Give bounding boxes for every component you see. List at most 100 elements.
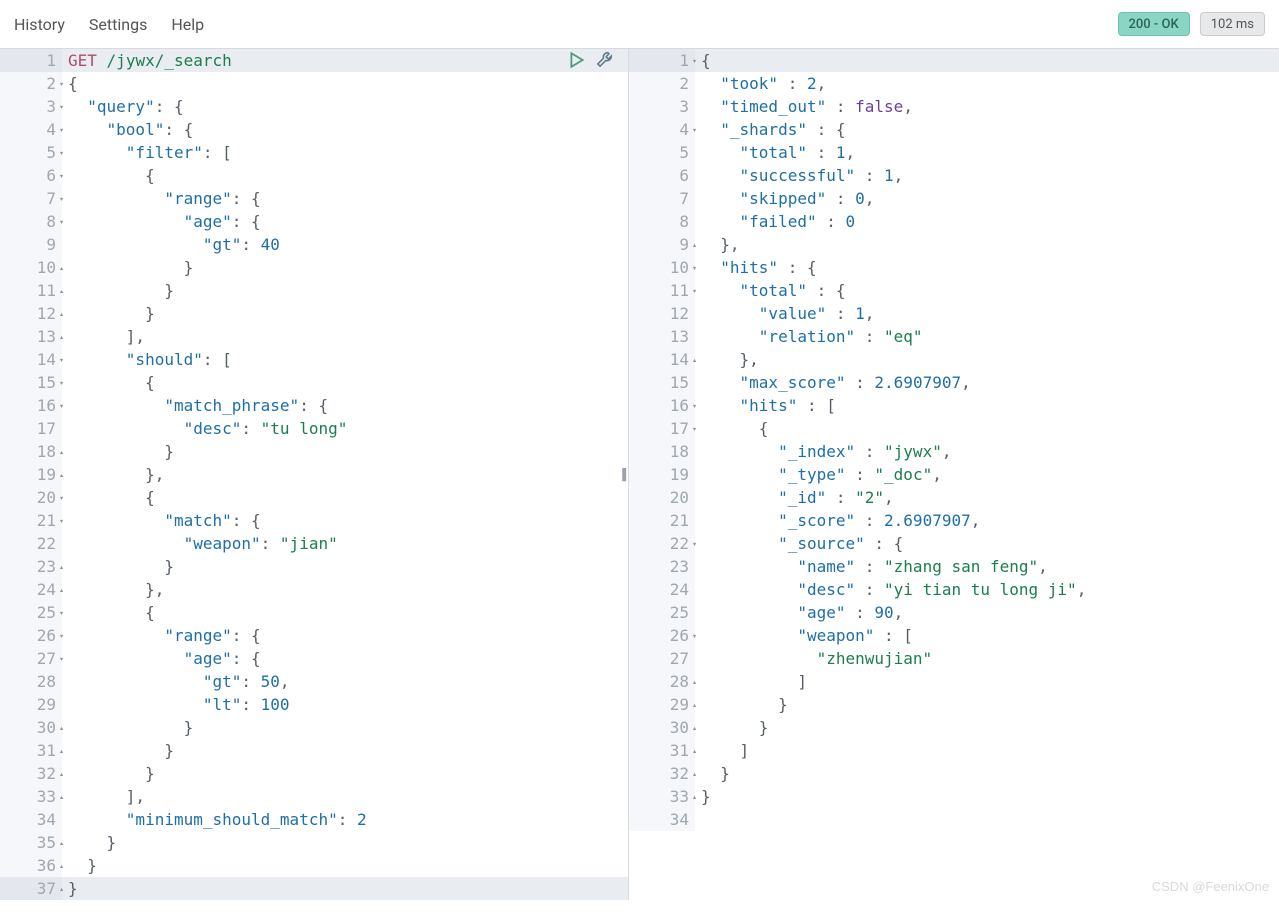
- code-content[interactable]: "desc": "tu long": [62, 417, 628, 440]
- fold-toggle-icon[interactable]: ▾: [59, 394, 64, 417]
- code-content[interactable]: },: [695, 233, 1279, 256]
- code-line[interactable]: 18 "_index" : "jywx",: [629, 440, 1279, 463]
- code-line[interactable]: 24▴ },: [0, 578, 628, 601]
- code-line[interactable]: 19▴ },: [0, 463, 628, 486]
- code-content[interactable]: }: [695, 693, 1279, 716]
- fold-toggle-icon[interactable]: ▴: [692, 785, 697, 808]
- code-content[interactable]: "minimum_should_match": 2: [62, 808, 628, 831]
- code-content[interactable]: ]: [695, 739, 1279, 762]
- code-line[interactable]: 6 "successful" : 1,: [629, 164, 1279, 187]
- menu-help[interactable]: Help: [171, 15, 204, 34]
- code-content[interactable]: {: [62, 164, 628, 187]
- code-line[interactable]: 23 "name" : "zhang san feng",: [629, 555, 1279, 578]
- fold-toggle-icon[interactable]: ▴: [692, 693, 697, 716]
- code-content[interactable]: "age" : 90,: [695, 601, 1279, 624]
- menu-history[interactable]: History: [14, 15, 65, 34]
- code-content[interactable]: }: [62, 877, 628, 900]
- code-line[interactable]: 9 "gt": 40: [0, 233, 628, 256]
- code-line[interactable]: 24 "desc" : "yi tian tu long ji",: [629, 578, 1279, 601]
- code-content[interactable]: "failed" : 0: [695, 210, 1279, 233]
- fold-toggle-icon[interactable]: ▴: [59, 831, 64, 854]
- fold-toggle-icon[interactable]: ▾: [59, 118, 64, 141]
- code-content[interactable]: },: [62, 463, 628, 486]
- code-content[interactable]: }: [62, 302, 628, 325]
- code-line[interactable]: 33▴}: [629, 785, 1279, 808]
- code-content[interactable]: }: [62, 555, 628, 578]
- code-content[interactable]: {: [62, 371, 628, 394]
- code-content[interactable]: GET /jywx/_search: [62, 49, 628, 72]
- code-line[interactable]: 12 "value" : 1,: [629, 302, 1279, 325]
- code-line[interactable]: 34: [629, 808, 1279, 831]
- fold-toggle-icon[interactable]: ▴: [59, 440, 64, 463]
- code-line[interactable]: 14▾ "should": [: [0, 348, 628, 371]
- code-line[interactable]: 28▴ ]: [629, 670, 1279, 693]
- code-line[interactable]: 16▾ "hits" : [: [629, 394, 1279, 417]
- fold-toggle-icon[interactable]: ▴: [59, 578, 64, 601]
- code-content[interactable]: },: [62, 578, 628, 601]
- code-content[interactable]: ],: [62, 325, 628, 348]
- fold-toggle-icon[interactable]: ▾: [59, 509, 64, 532]
- menu-settings[interactable]: Settings: [89, 15, 147, 34]
- code-line[interactable]: 32▴ }: [0, 762, 628, 785]
- code-line[interactable]: 11▾ "total" : {: [629, 279, 1279, 302]
- code-line[interactable]: 2 "took" : 2,: [629, 72, 1279, 95]
- code-content[interactable]: {: [62, 601, 628, 624]
- code-content[interactable]: "lt": 100: [62, 693, 628, 716]
- code-content[interactable]: "_source" : {: [695, 532, 1279, 555]
- code-content[interactable]: "total" : {: [695, 279, 1279, 302]
- code-content[interactable]: }: [62, 831, 628, 854]
- code-content[interactable]: "bool": {: [62, 118, 628, 141]
- fold-toggle-icon[interactable]: ▾: [59, 95, 64, 118]
- fold-toggle-icon[interactable]: ▾: [692, 417, 697, 440]
- code-content[interactable]: "match": {: [62, 509, 628, 532]
- fold-toggle-icon[interactable]: ▴: [692, 348, 697, 371]
- code-line[interactable]: 5 "total" : 1,: [629, 141, 1279, 164]
- code-line[interactable]: 4▾ "_shards" : {: [629, 118, 1279, 141]
- code-content[interactable]: "gt": 50,: [62, 670, 628, 693]
- code-content[interactable]: }: [62, 279, 628, 302]
- fold-toggle-icon[interactable]: ▴: [59, 739, 64, 762]
- code-line[interactable]: 16▾ "match_phrase": {: [0, 394, 628, 417]
- code-content[interactable]: "range": {: [62, 187, 628, 210]
- code-line[interactable]: 8 "failed" : 0: [629, 210, 1279, 233]
- code-line[interactable]: 36▴ }: [0, 854, 628, 877]
- code-line[interactable]: 26▾ "weapon" : [: [629, 624, 1279, 647]
- code-content[interactable]: [695, 808, 1279, 831]
- fold-toggle-icon[interactable]: ▾: [59, 624, 64, 647]
- code-content[interactable]: "hits" : {: [695, 256, 1279, 279]
- code-line[interactable]: 9▴ },: [629, 233, 1279, 256]
- code-line[interactable]: 1▾{: [629, 49, 1279, 72]
- code-line[interactable]: 27▾ "age": {: [0, 647, 628, 670]
- fold-toggle-icon[interactable]: ▾: [59, 72, 64, 95]
- code-content[interactable]: "weapon" : [: [695, 624, 1279, 647]
- code-content[interactable]: "total" : 1,: [695, 141, 1279, 164]
- fold-toggle-icon[interactable]: ▴: [59, 256, 64, 279]
- code-line[interactable]: 7 "skipped" : 0,: [629, 187, 1279, 210]
- code-content[interactable]: "_index" : "jywx",: [695, 440, 1279, 463]
- code-content[interactable]: "hits" : [: [695, 394, 1279, 417]
- code-content[interactable]: "filter": [: [62, 141, 628, 164]
- run-icon[interactable]: [568, 51, 586, 69]
- fold-toggle-icon[interactable]: ▾: [692, 279, 697, 302]
- code-line[interactable]: 12▴ }: [0, 302, 628, 325]
- code-content[interactable]: "value" : 1,: [695, 302, 1279, 325]
- fold-toggle-icon[interactable]: ▾: [692, 532, 697, 555]
- code-content[interactable]: }: [62, 440, 628, 463]
- code-line[interactable]: 29▴ }: [629, 693, 1279, 716]
- fold-toggle-icon[interactable]: ▾: [59, 164, 64, 187]
- fold-toggle-icon[interactable]: ▴: [692, 233, 697, 256]
- code-line[interactable]: 31▴ }: [0, 739, 628, 762]
- code-content[interactable]: "query": {: [62, 95, 628, 118]
- fold-toggle-icon[interactable]: ▾: [692, 394, 697, 417]
- code-content[interactable]: "_score" : 2.6907907,: [695, 509, 1279, 532]
- code-line[interactable]: 15▾ {: [0, 371, 628, 394]
- code-content[interactable]: "took" : 2,: [695, 72, 1279, 95]
- code-content[interactable]: "successful" : 1,: [695, 164, 1279, 187]
- code-line[interactable]: 32▴ }: [629, 762, 1279, 785]
- fold-toggle-icon[interactable]: ▾: [692, 49, 697, 72]
- code-line[interactable]: 1GET /jywx/_search: [0, 49, 628, 72]
- fold-toggle-icon[interactable]: ▴: [59, 877, 64, 900]
- fold-toggle-icon[interactable]: ▴: [692, 670, 697, 693]
- code-line[interactable]: 21▾ "match": {: [0, 509, 628, 532]
- fold-toggle-icon[interactable]: ▴: [59, 463, 64, 486]
